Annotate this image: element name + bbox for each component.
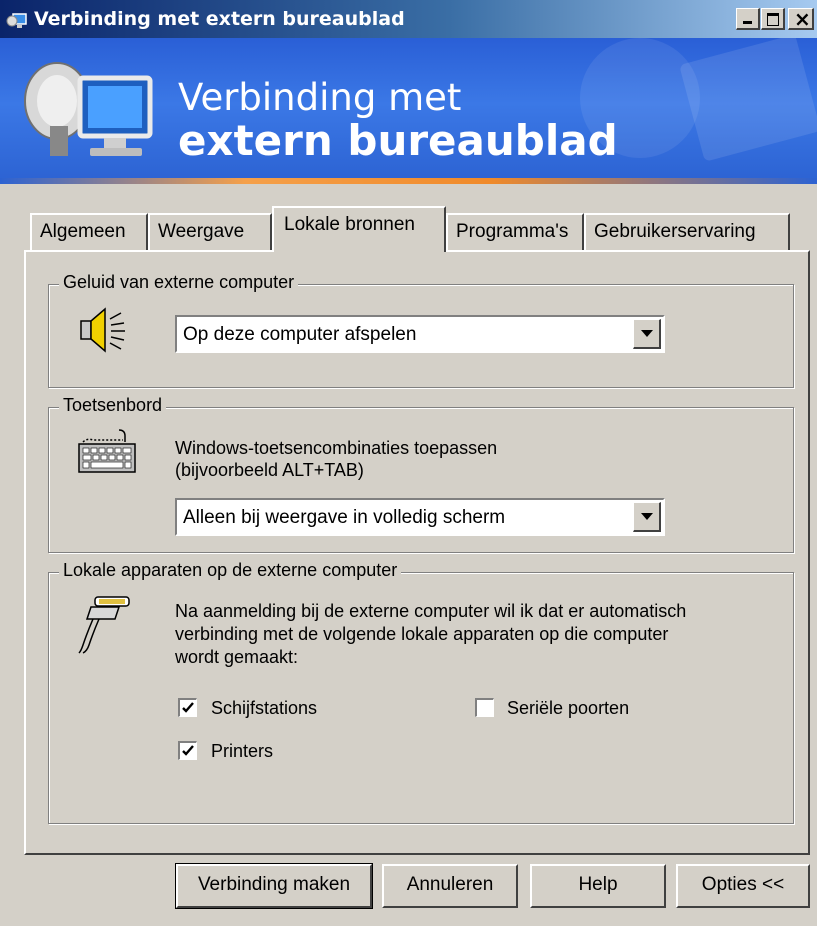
tab-lokale-bronnen[interactable]: Lokale bronnen [272,206,446,252]
group-label: Toetsenbord [59,395,167,416]
banner-title-line2: extern bureaublad [178,116,618,165]
tab-panel-lokale-bronnen: Geluid van externe computer Op deze comp… [24,250,810,855]
tab-label: Weergave [158,221,245,242]
keyboard-icon [78,429,136,473]
devices-description-line1: Na aanmelding bij de externe computer wi… [175,601,687,621]
serial-ports-checkbox[interactable] [475,698,494,717]
keyboard-description-line2: (bijvoorbeeld ALT+TAB) [175,460,364,480]
printers-checkbox[interactable] [178,741,197,760]
group-label: Lokale apparaten op de externe computer [59,560,402,581]
minimize-icon [743,21,752,24]
devices-description-line3: wordt gemaakt: [175,647,299,667]
title-bar[interactable]: Verbinding met extern bureaublad × [0,0,817,38]
keyboard-select[interactable]: Alleen bij weergave in volledig scherm [175,498,665,536]
speaker-icon [80,307,125,353]
options-button[interactable]: Opties << [676,864,810,908]
cancel-button[interactable]: Annuleren [382,864,518,908]
tab-programmas[interactable]: Programma's [446,213,584,251]
minimize-button[interactable] [736,8,760,30]
devices-group: Lokale apparaten op de externe computer … [48,560,794,824]
tab-label: Gebruikerservaring [594,221,756,242]
printers-label[interactable]: Printers [211,741,273,762]
sound-select-value: Op deze computer afspelen [183,324,417,345]
devices-description-line2: verbinding met de volgende lokale appara… [175,624,669,644]
keyboard-description-line1: Windows-toetsencombinaties toepassen [175,438,498,458]
maximize-button[interactable] [761,8,785,30]
close-button[interactable]: × [788,7,814,31]
sound-group: Geluid van externe computer Op deze comp… [48,272,794,388]
banner-stripe [0,178,817,184]
maximize-icon [767,13,779,26]
disk-drives-checkbox[interactable] [178,698,197,717]
close-icon: × [794,7,811,31]
banner-title-line1: Verbinding met [178,76,462,119]
group-label: Geluid van externe computer [59,272,299,293]
checkmark-icon [182,745,194,756]
help-button[interactable]: Help [530,864,666,908]
disk-drives-label[interactable]: Schijfstations [211,698,317,719]
checkmark-icon [182,702,194,713]
remote-desktop-icon [6,13,27,28]
chevron-down-icon[interactable] [633,319,661,349]
tab-label: Programma's [456,221,569,242]
window-title: Verbinding met extern bureaublad [34,8,405,30]
keyboard-group: Toetsenbord Windows-toetsencombinaties t… [48,395,794,553]
tab-label: Lokale bronnen [284,214,415,235]
cable-icon [78,596,130,654]
tab-weergave[interactable]: Weergave [148,213,272,251]
chevron-down-icon[interactable] [633,502,661,532]
connect-button[interactable]: Verbinding maken [175,863,373,909]
tab-label: Algemeen [40,221,126,242]
banner: Verbinding met extern bureaublad [0,38,817,184]
remote-desktop-logo [24,62,153,156]
keyboard-select-value: Alleen bij weergave in volledig scherm [183,507,506,528]
serial-ports-label[interactable]: Seriële poorten [507,698,629,719]
tab-gebruikerservaring[interactable]: Gebruikerservaring [584,213,790,251]
sound-select[interactable]: Op deze computer afspelen [175,315,665,353]
tab-algemeen[interactable]: Algemeen [30,213,148,251]
